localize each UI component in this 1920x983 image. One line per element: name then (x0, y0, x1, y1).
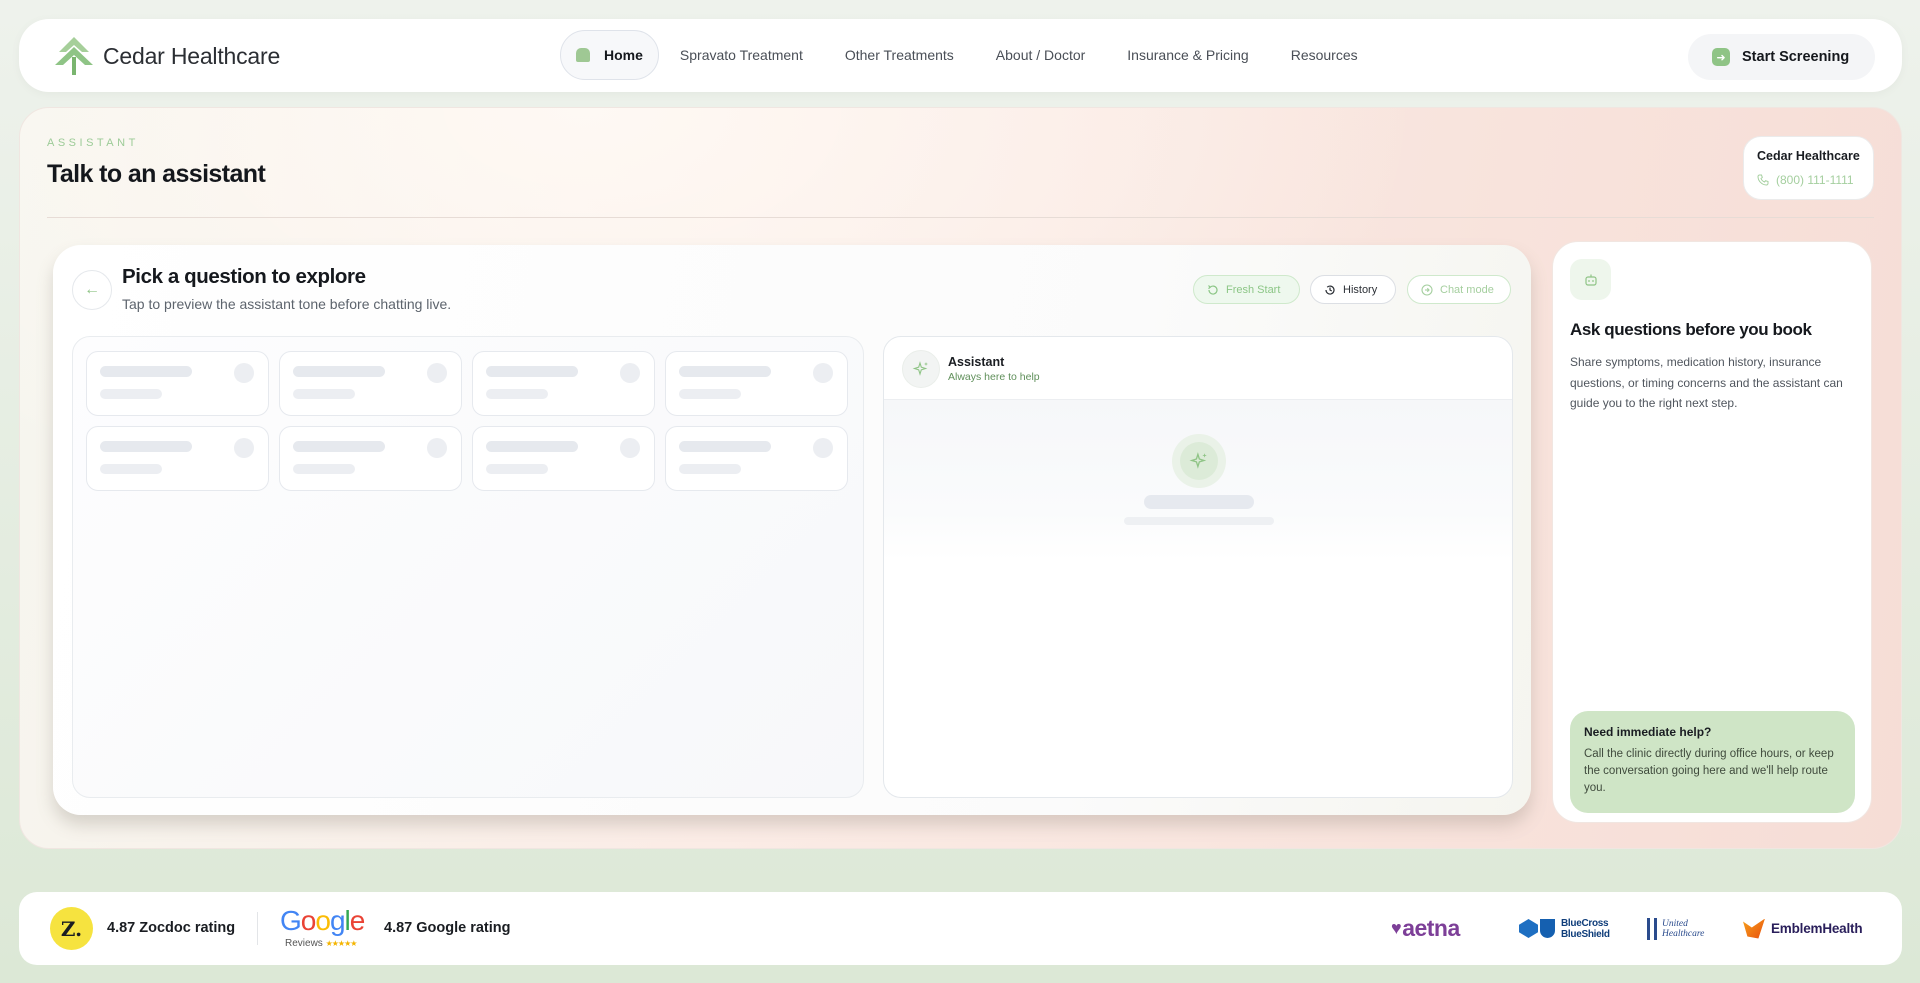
history-button[interactable]: History (1310, 275, 1396, 304)
chat-mode-button[interactable]: Chat mode (1407, 275, 1511, 304)
side-title: Ask questions before you book (1570, 320, 1812, 339)
star-rating-icon: ★★★★★ (325, 939, 358, 948)
assistant-name: Assistant (948, 355, 1005, 369)
zocdoc-rating: 4.87 Zocdoc rating (107, 920, 236, 936)
question-card-skeleton[interactable] (472, 426, 655, 491)
nav-home-label: Home (604, 47, 643, 63)
explorer-subtitle: Tap to preview the assistant tone before… (122, 296, 452, 312)
assistant-chat-panel: Assistant Always here to help (883, 336, 1513, 798)
arrow-left-icon: ← (84, 281, 100, 298)
sparkle-icon (1189, 452, 1207, 469)
brand-name: Cedar Healthcare (103, 42, 281, 69)
start-screening-label: Start Screening (1742, 49, 1850, 65)
question-card-skeleton[interactable] (279, 351, 462, 416)
uhc-icon (1647, 917, 1657, 940)
clinic-name: Cedar Healthcare (1757, 149, 1860, 163)
nav-insurance-pricing[interactable]: Insurance & Pricing (1106, 30, 1269, 80)
nav-spravato-treatment[interactable]: Spravato Treatment (659, 30, 824, 80)
assistant-avatar (902, 350, 940, 388)
clinic-phone-link[interactable]: (800) 111-1111 (1757, 173, 1873, 187)
start-screening-button[interactable]: ➜ Start Screening (1688, 34, 1875, 80)
back-button[interactable]: ← (72, 270, 112, 310)
google-rating: 4.87 Google rating (384, 920, 511, 936)
phone-icon (1757, 174, 1769, 186)
refresh-icon (1208, 284, 1218, 295)
explorer-title: Pick a question to explore (122, 265, 366, 288)
sparkle-icon (912, 361, 928, 376)
nav-about-doctor[interactable]: About / Doctor (975, 30, 1107, 80)
assistant-status: Always here to help (948, 371, 1040, 383)
loading-text-skeleton (1144, 495, 1254, 509)
help-text: Call the clinic directly during office h… (1584, 748, 1834, 794)
fresh-start-label: Fresh Start (1226, 283, 1281, 296)
question-card-skeleton[interactable] (86, 426, 269, 491)
nav-home[interactable]: Home (560, 30, 659, 80)
united-healthcare-logo: United Healthcare (1647, 892, 1704, 965)
arrow-right-icon: ➜ (1712, 48, 1730, 66)
section-eyebrow: ASSISTANT (47, 137, 139, 149)
question-card-skeleton[interactable] (279, 426, 462, 491)
cross-icon (1519, 919, 1538, 938)
divider (257, 912, 258, 945)
chat-header: Assistant Always here to help (884, 337, 1512, 400)
question-card-skeleton[interactable] (86, 351, 269, 416)
immediate-help-box: Need immediate help? Call the clinic dir… (1570, 711, 1855, 813)
help-title: Need immediate help? (1584, 725, 1712, 739)
google-reviews-label: Reviews ★★★★★ (285, 938, 358, 949)
history-label: History (1343, 283, 1378, 296)
top-navbar: Cedar Healthcare Home Spravato Treatment… (19, 19, 1902, 92)
shield-icon (1540, 919, 1555, 938)
emblem-icon (1743, 918, 1765, 939)
robot-icon (1570, 259, 1611, 300)
divider (47, 217, 1874, 218)
nav-resources[interactable]: Resources (1270, 30, 1379, 80)
assistant-section: ASSISTANT Talk to an assistant Cedar Hea… (19, 107, 1902, 849)
question-grid (72, 336, 864, 798)
bluecross-blueshield-logo: BlueCross BlueShield (1519, 892, 1610, 965)
question-card-skeleton[interactable] (665, 351, 848, 416)
clinic-phone-number: (800) 111-1111 (1776, 173, 1854, 187)
clinic-contact-card: Cedar Healthcare (800) 111-1111 (1743, 136, 1874, 200)
info-sidebar-card: Ask questions before you book Share symp… (1552, 241, 1872, 823)
question-card-skeleton[interactable] (472, 351, 655, 416)
main-nav: Home Spravato Treatment Other Treatments… (560, 30, 1379, 80)
cedar-tree-icon (55, 37, 93, 75)
brand-logo[interactable]: Cedar Healthcare (53, 35, 280, 77)
loading-text-skeleton (1124, 517, 1274, 525)
aetna-logo: ♥ aetna (1391, 915, 1460, 941)
history-icon (1325, 284, 1335, 295)
heart-icon: ♥ (1391, 918, 1402, 938)
emblemhealth-logo: EmblemHealth (1743, 892, 1863, 965)
home-icon (576, 48, 590, 62)
zocdoc-logo: Z. (50, 907, 93, 950)
side-description: Share symptoms, medication history, insu… (1570, 355, 1843, 410)
google-logo: Google (280, 905, 365, 936)
page-title: Talk to an assistant (47, 160, 266, 188)
arrow-circle-right-icon (1421, 283, 1433, 296)
nav-other-treatments[interactable]: Other Treatments (824, 30, 975, 80)
fresh-start-button[interactable]: Fresh Start (1193, 275, 1300, 304)
chat-mode-label: Chat mode (1440, 283, 1494, 296)
chat-loading-area (884, 400, 1512, 560)
ratings-footer: Z. 4.87 Zocdoc rating Google Reviews ★★★… (19, 892, 1902, 965)
question-explorer: ← Pick a question to explore Tap to prev… (53, 245, 1531, 815)
loading-spinner (1172, 434, 1226, 488)
question-card-skeleton[interactable] (665, 426, 848, 491)
